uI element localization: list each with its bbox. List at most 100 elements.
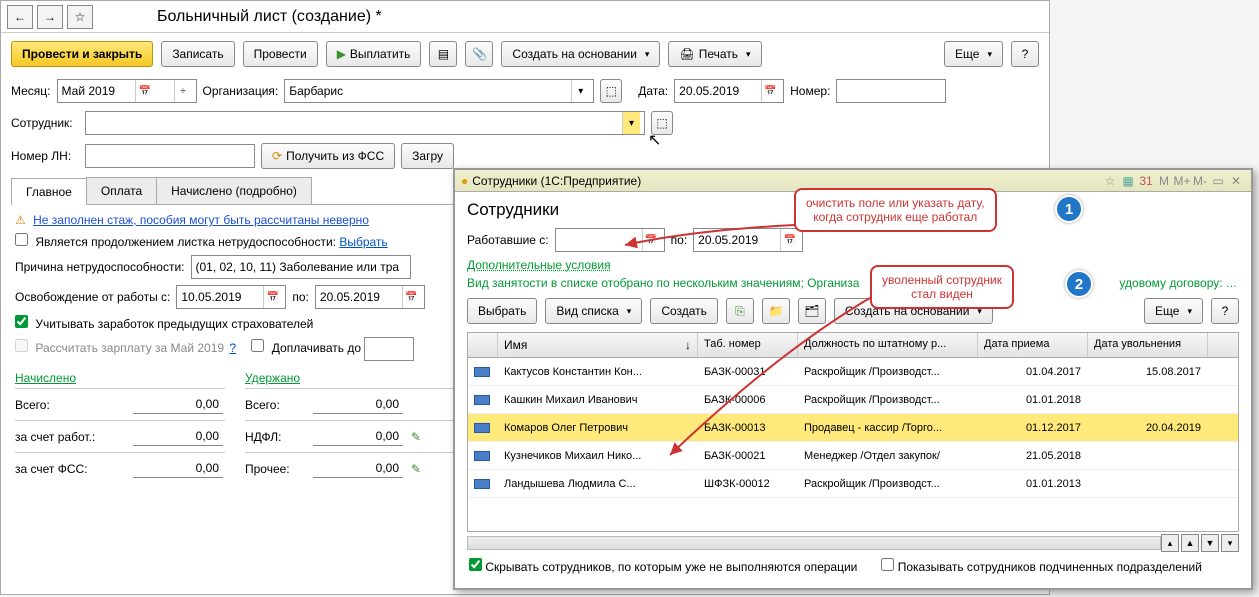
forward-button[interactable]: → (37, 5, 63, 29)
copy-button[interactable]: ⎘ (726, 298, 754, 324)
calendar-icon[interactable]: 📅 (402, 286, 420, 308)
more-button[interactable]: Еще (944, 41, 1003, 67)
cell-name: Комаров Олег Петрович (498, 418, 698, 438)
worked-from-label: Работавшие с: (467, 233, 549, 247)
reason-input[interactable]: (01, 02, 10, 11) Заболевание или тра (191, 255, 411, 279)
table-row[interactable]: Кашкин Михаил ИвановичБАЗК-00006Раскройщ… (468, 386, 1238, 414)
more-button-2[interactable]: Еще (1144, 298, 1203, 324)
get-fss-button[interactable]: ⟳Получить из ФСС (261, 143, 395, 169)
help-button-2[interactable]: ? (1211, 298, 1239, 324)
spinner-icon[interactable]: ÷ (174, 80, 192, 102)
h-scrollbar[interactable] (467, 536, 1161, 550)
col-tab[interactable]: Таб. номер (698, 333, 798, 357)
table-row[interactable]: Ландышева Людмила С...ШФЗК-00012Раскройщ… (468, 470, 1238, 498)
number-input[interactable] (836, 79, 946, 103)
close-button[interactable]: ✕ (1227, 174, 1245, 188)
prev-earn-checkbox[interactable] (15, 315, 28, 328)
org-open-button[interactable]: ⬚ (600, 79, 622, 103)
extra-pay-label: Доплачивать до (272, 341, 361, 355)
continuation-checkbox[interactable] (15, 233, 28, 246)
employee-row: Сотрудник: ▾ ⬚ (1, 107, 1049, 139)
worked-from-input[interactable]: 📅 (555, 228, 665, 252)
chevron-down-icon[interactable]: ▾ (571, 80, 589, 102)
save-button[interactable]: Записать (161, 41, 234, 67)
card-button[interactable]: 🗂 (798, 298, 826, 324)
submit-close-button[interactable]: Провести и закрыть (11, 41, 153, 67)
release-to-input[interactable]: 20.05.2019 📅 (315, 285, 425, 309)
fss-label: за счет ФСС: (15, 462, 125, 476)
col-hired[interactable]: Дата приема (978, 333, 1088, 357)
back-button[interactable]: ← (7, 5, 33, 29)
filter-info: Вид занятости в списке отобрано по неско… (467, 276, 1239, 290)
cell-hired: 21.05.2018 (978, 446, 1088, 466)
grid-icon[interactable]: ▦ (1119, 174, 1137, 188)
tab-payment[interactable]: Оплата (86, 177, 157, 204)
release-from-input[interactable]: 10.05.2019 📅 (176, 285, 286, 309)
table-row[interactable]: Кузнечиков Михаил Нико...БАЗК-00021Менед… (468, 442, 1238, 470)
create-based-button[interactable]: Создать на основании (501, 41, 660, 67)
cell-hired: 01.12.2017 (978, 418, 1088, 438)
date-input[interactable]: 20.05.2019 📅 (674, 79, 784, 103)
extra-conditions-link[interactable]: Дополнительные условия (467, 258, 611, 272)
calendar-icon[interactable]: 📅 (642, 229, 660, 251)
minimize-button[interactable]: ▭ (1209, 174, 1227, 188)
month-input[interactable]: Май 2019 📅 ÷ (57, 79, 197, 103)
folder-button[interactable]: 📁 (762, 298, 790, 324)
list-view-button[interactable]: Вид списка (545, 298, 642, 324)
calc-help-link[interactable]: ? (229, 341, 236, 355)
help-button[interactable]: ? (1011, 41, 1039, 67)
favorite-button[interactable]: ☆ (67, 5, 93, 29)
calendar-icon[interactable]: 31 (1137, 174, 1155, 188)
scroll-top[interactable]: ▴ (1161, 534, 1179, 552)
col-fired[interactable]: Дата увольнения (1088, 333, 1208, 357)
fav-icon[interactable]: ☆ (1101, 174, 1119, 188)
calendar-icon[interactable]: 📅 (263, 286, 281, 308)
total-accrued: 0,00 (133, 395, 223, 414)
employee-open-button[interactable]: ⬚ (651, 111, 673, 135)
m-plus-button[interactable]: M+ (1173, 174, 1191, 188)
extra-pay-input[interactable] (364, 337, 414, 361)
m-minus-button[interactable]: M- (1191, 174, 1209, 188)
hide-checkbox[interactable] (469, 558, 482, 571)
get-fss-label: Получить из ФСС (286, 149, 384, 163)
card-icon (474, 451, 490, 461)
scroll-down[interactable]: ▼ (1201, 534, 1219, 552)
scroll-up[interactable]: ▲ (1181, 534, 1199, 552)
dialog-window-title: Сотрудники (1С:Предприятие) (472, 174, 641, 188)
pay-button[interactable]: ▶Выплатить (326, 41, 422, 67)
ln-input[interactable] (85, 144, 255, 168)
warning-text[interactable]: Не заполнен стаж, пособия могут быть рас… (33, 213, 369, 227)
col-pos[interactable]: Должность по штатному р... (798, 333, 978, 357)
other-value: 0,00 (313, 459, 403, 478)
list-icon-button[interactable]: ▤ (429, 41, 457, 67)
pencil-icon[interactable]: ✎ (411, 430, 421, 444)
show-sub-checkbox[interactable] (881, 558, 894, 571)
select-button[interactable]: Выбрать (467, 298, 537, 324)
print-button[interactable]: 🖨Печать (668, 41, 761, 67)
load-button[interactable]: Загру (401, 143, 454, 169)
tab-accrued[interactable]: Начислено (подробно) (156, 177, 312, 204)
worked-to-input[interactable]: 20.05.2019 📅 (693, 228, 803, 252)
calendar-icon[interactable]: 📅 (135, 80, 153, 102)
chevron-down-icon[interactable]: ▾ (622, 112, 640, 134)
main-toolbar: Провести и закрыть Записать Провести ▶Вы… (1, 33, 1049, 75)
cell-tab: БАЗК-00021 (698, 446, 798, 466)
prev-earn-label: Учитывать заработок предыдущих страховат… (35, 317, 313, 331)
attach-icon-button[interactable]: 📎 (465, 41, 493, 67)
col-name[interactable]: Имя ↓ (498, 333, 698, 357)
table-row[interactable]: Комаров Олег ПетровичБАЗК-00013Продавец … (468, 414, 1238, 442)
select-continuation-link[interactable]: Выбрать (339, 235, 387, 249)
scroll-bottom[interactable]: ▾ (1221, 534, 1239, 552)
tab-main[interactable]: Главное (11, 178, 87, 205)
employee-input[interactable]: ▾ (85, 111, 645, 135)
calendar-icon[interactable]: 📅 (780, 229, 798, 251)
pay-label: Выплатить (350, 47, 411, 61)
m-button[interactable]: M (1155, 174, 1173, 188)
org-input[interactable]: Барбарис ▾ (284, 79, 594, 103)
create-button[interactable]: Создать (650, 298, 718, 324)
pencil-icon[interactable]: ✎ (411, 462, 421, 476)
post-button[interactable]: Провести (243, 41, 318, 67)
table-row[interactable]: Кактусов Константин Кон...БАЗК-00031Раск… (468, 358, 1238, 386)
calendar-icon[interactable]: 📅 (761, 80, 779, 102)
extra-pay-checkbox[interactable] (251, 339, 264, 352)
